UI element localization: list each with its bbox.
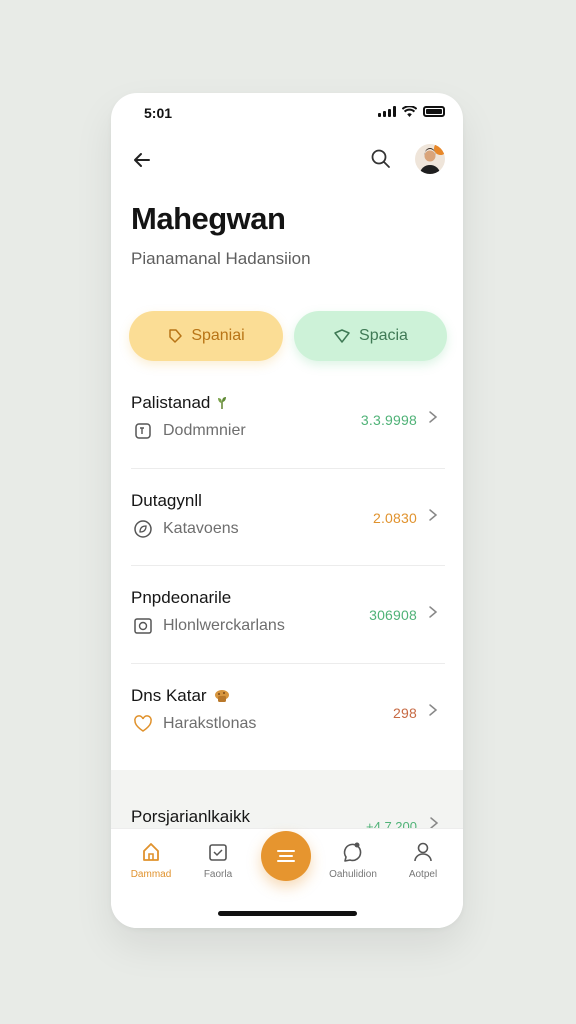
heart-icon (134, 714, 152, 732)
list-item-amount: 3.3.9998 (360, 412, 417, 428)
tab-label: Oahulidion (329, 869, 377, 880)
back-arrow-icon[interactable] (129, 147, 155, 173)
list-item[interactable]: Dns Katar Harakstlonas 298 (131, 664, 445, 762)
list-item-title: Palistanad (131, 393, 211, 412)
status-bar: 5:01 (111, 93, 463, 133)
list-item-title: Pnpdeonarile (131, 588, 232, 607)
list-icon (277, 850, 295, 862)
wifi-icon (402, 106, 417, 117)
primary-action-label: Spaniai (191, 327, 245, 344)
bottom-tab-bar: Dammad Faorla Oahulidion Aotpel (111, 828, 463, 928)
notification-dot (434, 144, 445, 155)
search-icon[interactable] (369, 147, 393, 171)
chevron-right-icon (429, 606, 438, 618)
tab-chat[interactable]: Oahulidion (323, 841, 383, 880)
primary-action-button[interactable]: Spaniai (129, 311, 283, 361)
list-item-subtitle: Dodmmnier (163, 422, 246, 439)
chat-icon (343, 842, 362, 862)
photo-icon (134, 618, 152, 634)
band-item-title[interactable]: Porsjarianlkaikk (131, 807, 250, 827)
battery-icon (423, 106, 445, 117)
tab-label: Dammad (130, 869, 172, 880)
tab-profile[interactable]: Aotpel (393, 841, 453, 880)
status-time: 5:01 (144, 105, 173, 121)
list-item-title: Dns Katar (131, 685, 207, 705)
list-item-subtitle: Harakstlonas (163, 714, 257, 732)
tab-calendar[interactable]: Faorla (188, 841, 248, 880)
list-item[interactable]: Dutagynll Katavoens 2.0830 (131, 469, 445, 566)
list-item-subtitle: Katavoens (163, 519, 239, 537)
plant-icon (218, 397, 227, 409)
list-item-amount: 2.0830 (372, 509, 417, 526)
secondary-action-label: Spacia (359, 327, 408, 344)
secondary-action-button[interactable]: Spacia (294, 311, 447, 361)
chevron-right-icon (429, 508, 438, 521)
list-item-amount: 298 (393, 704, 417, 721)
calendar-icon (209, 844, 227, 861)
transaction-list: Palistanad Dodmmnier 3.3.9998 Dutagynll … (131, 371, 445, 761)
page-subtitle: Pianamanal Hadansiion (131, 249, 311, 268)
tab-label: Aotpel (408, 869, 438, 880)
tag-icon (169, 329, 183, 343)
list-item-title: Dutagynll (131, 490, 202, 510)
page-title: Mahegwan (131, 201, 286, 236)
bread-icon (214, 689, 229, 702)
tab-home[interactable]: Dammad (121, 841, 181, 880)
top-bar (111, 141, 463, 181)
user-icon (414, 842, 432, 862)
leaf-circle-icon (134, 519, 152, 538)
list-item[interactable]: Pnpdeonarile Hlonlwerckarlans 306908 (131, 566, 445, 664)
heart-outline-icon (334, 329, 350, 343)
status-icons (378, 106, 445, 117)
home-indicator[interactable] (218, 911, 357, 916)
home-icon (143, 843, 159, 861)
avatar[interactable] (415, 144, 445, 174)
list-item-amount: 306908 (369, 607, 417, 623)
document-icon (135, 423, 151, 439)
list-item[interactable]: Palistanad Dodmmnier 3.3.9998 (131, 371, 445, 469)
chevron-right-icon (429, 411, 438, 423)
chevron-right-icon (429, 703, 438, 716)
phone-frame: 5:01 Mahegwan Pianamanal Hadansiion Span… (111, 93, 463, 928)
tab-label: Faorla (203, 869, 233, 880)
signal-icon (378, 106, 396, 117)
center-action-button[interactable] (261, 831, 311, 881)
list-item-subtitle: Hlonlwerckarlans (163, 617, 285, 634)
